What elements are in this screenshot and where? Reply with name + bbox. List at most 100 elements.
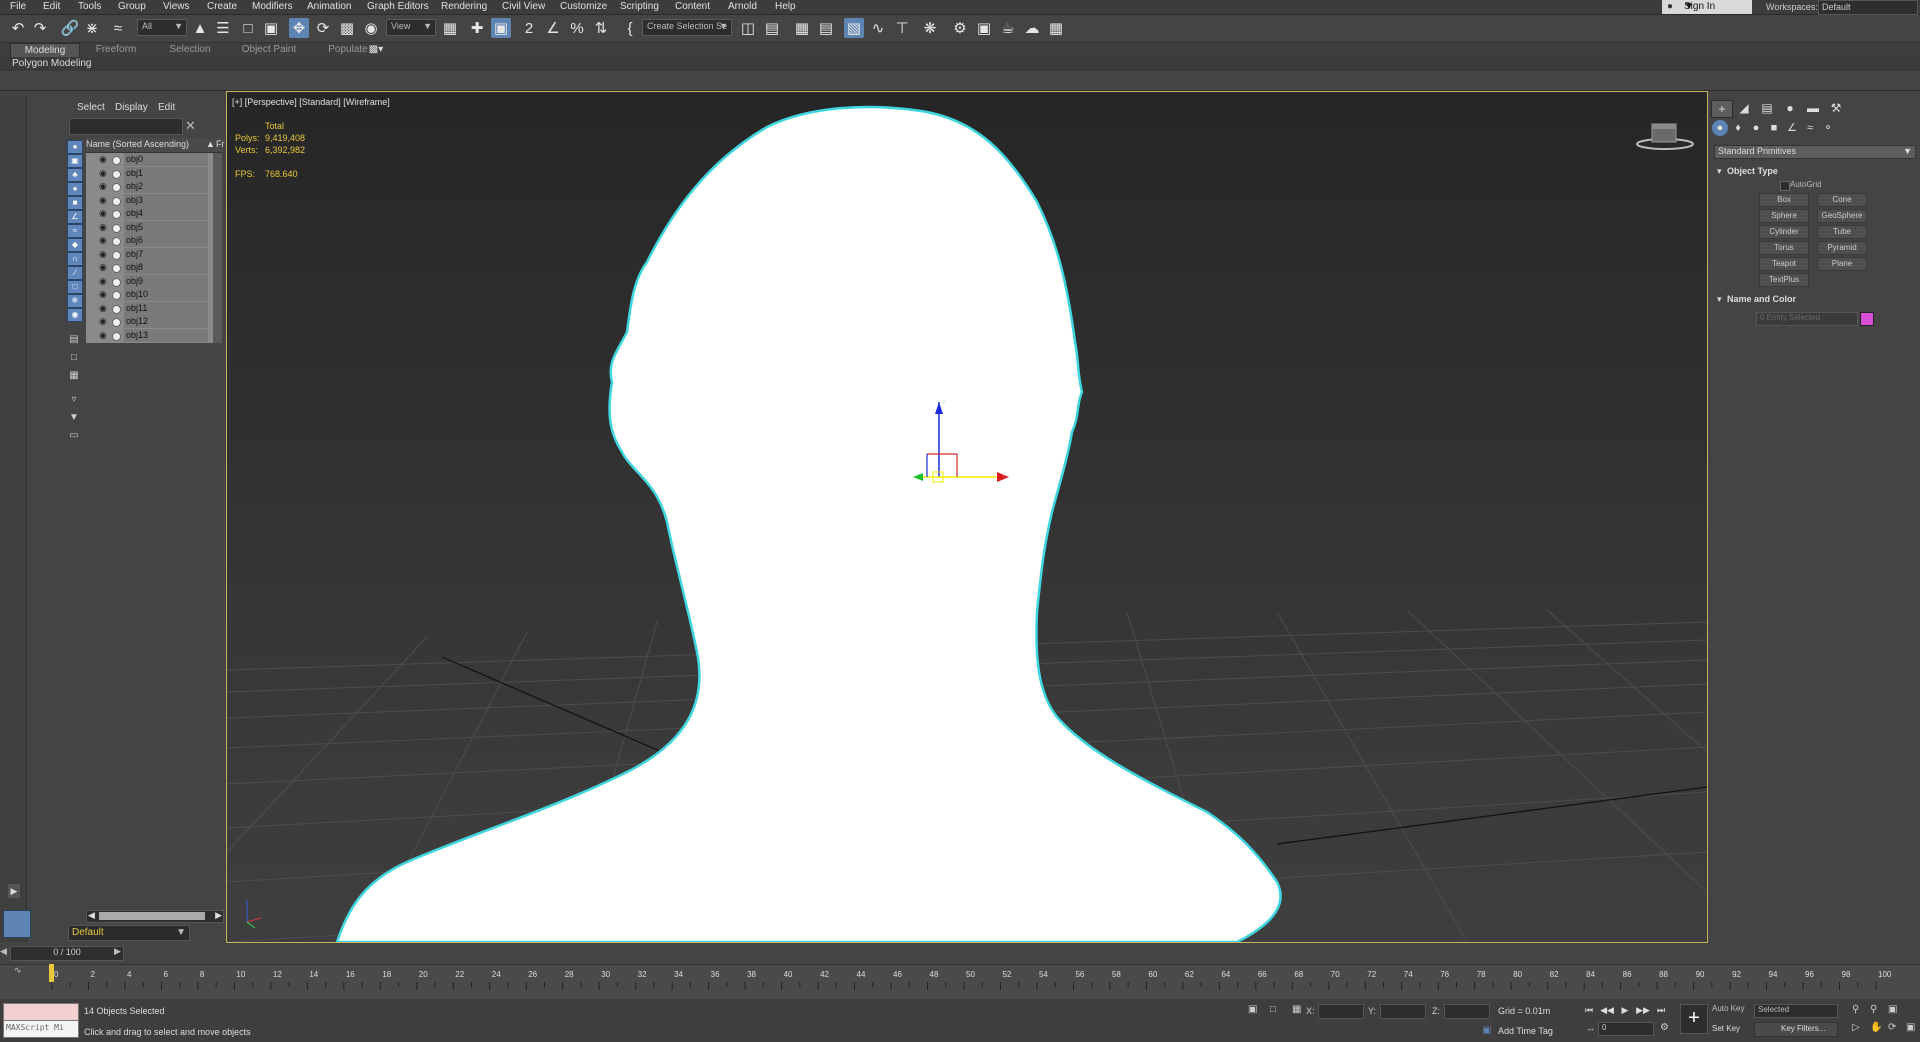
sphere-button[interactable]: Sphere bbox=[1759, 209, 1809, 223]
menu-group[interactable]: Group bbox=[118, 1, 146, 12]
collapse-rollout-icon[interactable]: ▾ bbox=[1717, 294, 1722, 305]
add-time-tag-button[interactable]: Add Time Tag bbox=[1498, 1026, 1553, 1036]
scene-explorer-menu-edit[interactable]: Edit bbox=[158, 102, 175, 113]
pan-hand-icon[interactable]: ✋ bbox=[1870, 1022, 1882, 1033]
visibility-eye-icon[interactable]: ◉ bbox=[99, 289, 107, 300]
display-hidden-icon[interactable]: ◉ bbox=[67, 308, 83, 322]
geosphere-button[interactable]: GeoSphere bbox=[1817, 209, 1867, 223]
cylinder-button[interactable]: Cylinder bbox=[1759, 225, 1809, 239]
close-icon[interactable]: ✕ bbox=[185, 118, 196, 134]
spinner-snap-icon[interactable]: ⇅ bbox=[591, 18, 611, 38]
keyboard-shortcut-override-icon[interactable]: ▣ bbox=[491, 18, 511, 38]
mirror-icon[interactable]: ◫ bbox=[738, 18, 758, 38]
display-geometry-icon[interactable]: ▣ bbox=[67, 154, 83, 168]
bind-space-warp-icon[interactable]: ≈ bbox=[108, 18, 128, 38]
scene-explorer-horizontal-scrollbar[interactable]: ◀ ▶ bbox=[86, 910, 224, 923]
display-bones-icon[interactable]: ∕ bbox=[67, 266, 83, 280]
ribbon-panel-title[interactable]: Polygon Modeling bbox=[0, 57, 1920, 71]
visibility-eye-icon[interactable]: ◉ bbox=[99, 222, 107, 233]
ribbon-options-icon[interactable]: ▩▾ bbox=[366, 43, 386, 57]
selection-filter-dropdown[interactable]: All ▼ bbox=[137, 19, 187, 36]
angle-snap-icon[interactable]: ∠ bbox=[543, 18, 563, 38]
select-manipulate-icon[interactable]: ✚ bbox=[467, 18, 487, 38]
scene-explorer-toggle-icon[interactable]: ▦ bbox=[792, 18, 812, 38]
maxscript-mini-listener-input[interactable]: MAXScript Mi bbox=[3, 1020, 79, 1038]
object-name-field[interactable]: 0 Entity Selected bbox=[1756, 312, 1858, 326]
x-coordinate-field[interactable] bbox=[1318, 1004, 1364, 1019]
torus-button[interactable]: Torus bbox=[1759, 241, 1809, 255]
select-invert-icon[interactable]: ▦ bbox=[68, 370, 80, 382]
select-and-place-icon[interactable]: ◉ bbox=[361, 18, 381, 38]
space-warps-category-icon[interactable]: ≈ bbox=[1802, 120, 1818, 136]
a360-gallery-icon[interactable]: ▦ bbox=[1046, 18, 1066, 38]
select-none-icon[interactable]: □ bbox=[68, 352, 80, 364]
menu-help[interactable]: Help bbox=[775, 1, 796, 12]
menu-tools[interactable]: Tools bbox=[78, 1, 101, 12]
select-all-icon[interactable]: ▤ bbox=[68, 334, 80, 346]
named-selection-set-dropdown[interactable]: Create Selection Se ▼ bbox=[642, 19, 732, 36]
go-to-end-icon[interactable]: ⏭ bbox=[1654, 1004, 1668, 1016]
visibility-eye-icon[interactable]: ◉ bbox=[99, 195, 107, 206]
render-in-cloud-icon[interactable]: ☁ bbox=[1022, 18, 1042, 38]
helpers-category-icon[interactable]: ∠ bbox=[1784, 120, 1800, 136]
link-icon[interactable]: 🔗 bbox=[60, 18, 80, 38]
display-frozen-icon[interactable]: ❄ bbox=[67, 294, 83, 308]
previous-frame-icon[interactable]: ◀ bbox=[0, 946, 9, 959]
scene-object-row[interactable]: ◉ obj0 bbox=[86, 153, 213, 166]
name-and-color-rollout-title[interactable]: Name and Color bbox=[1727, 294, 1796, 304]
render-setup-icon[interactable]: ⚙ bbox=[950, 18, 970, 38]
field-of-view-icon[interactable]: ▷ bbox=[1852, 1022, 1860, 1033]
filter-funnel-icon[interactable]: ▿ bbox=[68, 394, 80, 406]
plane-button[interactable]: Plane bbox=[1817, 257, 1867, 271]
menu-edit[interactable]: Edit bbox=[43, 1, 60, 12]
display-space-warps-icon[interactable]: ≈ bbox=[67, 224, 83, 238]
autogrid-checkbox[interactable] bbox=[1780, 181, 1790, 191]
layer-explorer-icon[interactable]: ▤ bbox=[816, 18, 836, 38]
material-editor-icon[interactable]: ❋ bbox=[920, 18, 940, 38]
display-shapes-icon[interactable]: ♣ bbox=[67, 168, 83, 182]
time-configuration-icon[interactable]: ⚙ bbox=[1660, 1022, 1669, 1033]
visibility-eye-icon[interactable]: ◉ bbox=[99, 181, 107, 192]
play-icon[interactable]: ▶ bbox=[1618, 1004, 1632, 1016]
chevron-left-icon[interactable]: ◀ bbox=[88, 910, 95, 921]
orbit-icon[interactable]: ⟳ bbox=[1888, 1022, 1896, 1033]
tube-button[interactable]: Tube bbox=[1817, 225, 1867, 239]
sign-in-button[interactable]: ● Sign In ▼ bbox=[1662, 0, 1752, 14]
textplus-button[interactable]: TextPlus bbox=[1759, 273, 1809, 287]
select-by-name-icon[interactable]: ☰ bbox=[213, 18, 233, 38]
visibility-eye-icon[interactable]: ◉ bbox=[99, 235, 107, 246]
render-production-icon[interactable]: ☕ bbox=[998, 18, 1018, 38]
reference-coordinate-dropdown[interactable]: View ▼ bbox=[386, 19, 436, 36]
scene-object-row[interactable]: ◉ obj8 bbox=[86, 261, 213, 274]
menu-graph-editors[interactable]: Graph Editors bbox=[367, 1, 429, 12]
go-to-start-icon[interactable]: ⏮ bbox=[1582, 1004, 1596, 1016]
display-all-icon[interactable]: ● bbox=[67, 140, 83, 154]
scrollbar-thumb[interactable] bbox=[99, 912, 205, 920]
snaps-toggle-icon[interactable]: 2 bbox=[519, 18, 539, 38]
redo-icon[interactable]: ↷ bbox=[30, 18, 50, 38]
scene-list-scrollbar[interactable] bbox=[213, 153, 222, 343]
schematic-view-icon[interactable]: ⊤ bbox=[892, 18, 912, 38]
motion-panel-icon[interactable]: ● bbox=[1780, 100, 1800, 116]
scene-object-row[interactable]: ◉ obj1 bbox=[86, 166, 213, 180]
menu-content[interactable]: Content bbox=[675, 1, 710, 12]
current-layer-dropdown[interactable]: Default ▼ bbox=[68, 925, 190, 941]
tab-selection[interactable]: Selection bbox=[154, 43, 226, 57]
scene-explorer-column-header[interactable]: Name (Sorted Ascending) ▲ Fr bbox=[86, 138, 225, 153]
display-cameras-icon[interactable]: ■ bbox=[67, 196, 83, 210]
utilities-wrench-icon[interactable]: ⚒ bbox=[1826, 100, 1846, 116]
isolate-selection-icon[interactable]: ▣ bbox=[1248, 1004, 1257, 1015]
menu-create[interactable]: Create bbox=[207, 1, 237, 12]
tab-object-paint[interactable]: Object Paint bbox=[228, 43, 310, 57]
tab-freeform[interactable]: Freeform bbox=[80, 43, 152, 57]
key-selection-set-dropdown[interactable]: Selected bbox=[1754, 1004, 1838, 1018]
selection-lock-icon[interactable]: □ bbox=[1270, 1004, 1276, 1015]
y-coordinate-field[interactable] bbox=[1380, 1004, 1426, 1019]
scene-explorer-search-input[interactable] bbox=[69, 118, 183, 135]
set-key-plus-icon[interactable]: + bbox=[1680, 1004, 1708, 1034]
menu-rendering[interactable]: Rendering bbox=[441, 1, 487, 12]
auto-key-button[interactable]: Auto Key bbox=[1712, 1004, 1744, 1013]
menu-scripting[interactable]: Scripting bbox=[620, 1, 659, 12]
rendered-frame-window-icon[interactable]: ▣ bbox=[974, 18, 994, 38]
visibility-eye-icon[interactable]: ◉ bbox=[99, 316, 107, 327]
